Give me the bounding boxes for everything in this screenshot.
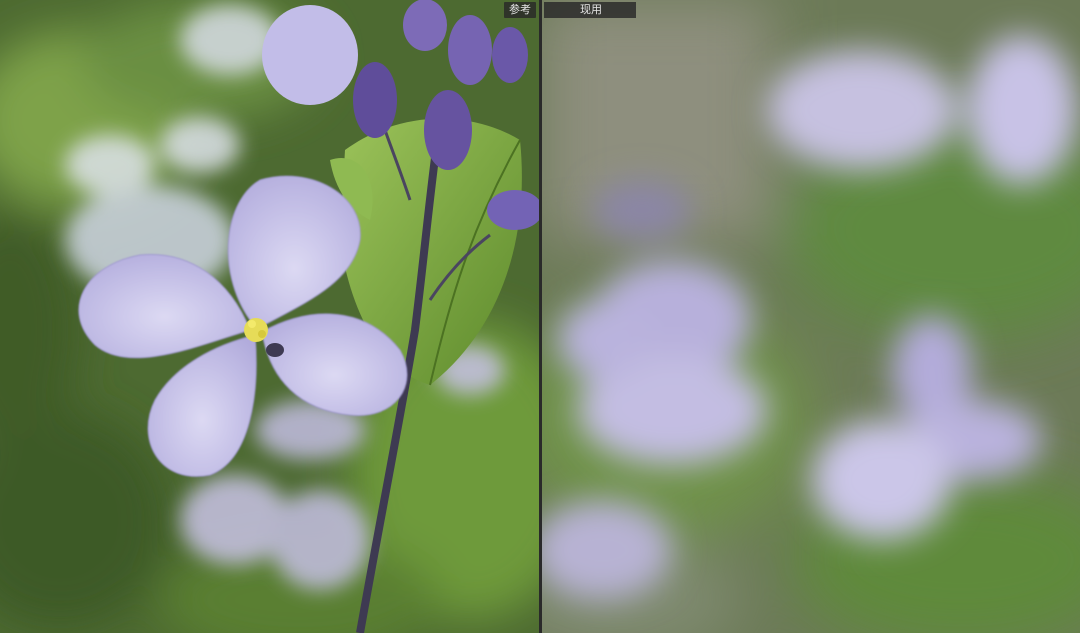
reference-image <box>0 0 539 633</box>
reference-label: 参考 <box>504 2 536 18</box>
compare-viewer: 参考 现用 <box>0 0 1080 633</box>
current-image <box>542 0 1080 633</box>
current-image-pane[interactable]: 现用 <box>542 0 1080 633</box>
reference-image-pane[interactable]: 参考 <box>0 0 539 633</box>
current-label: 现用 <box>544 2 636 18</box>
